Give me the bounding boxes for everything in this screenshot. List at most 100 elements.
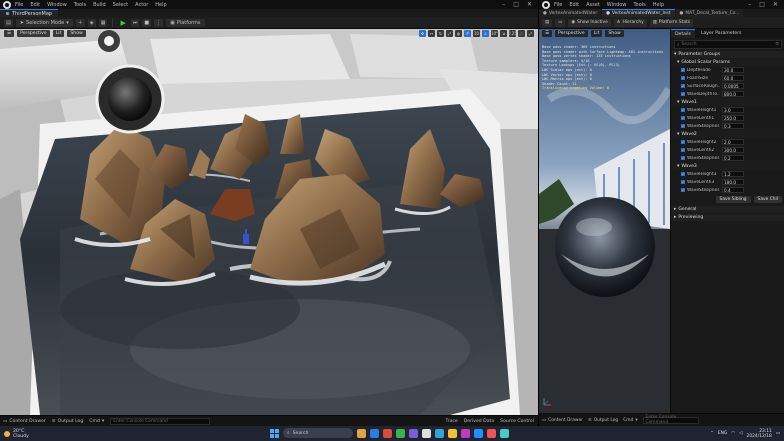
maximize-icon[interactable]: □ <box>759 1 765 8</box>
group-wave3[interactable]: ▾ Wave3 <box>671 163 784 170</box>
menu-edit[interactable]: Edit <box>569 2 579 8</box>
param-value-input[interactable]: 0.0005 <box>722 83 744 89</box>
add-actor-icon[interactable]: ＋ <box>75 18 85 27</box>
chevron-up-icon[interactable]: ⌃ <box>710 431 714 436</box>
maximize-icon[interactable]: □ <box>513 1 519 8</box>
menu-help[interactable]: Help <box>155 2 166 8</box>
preview-show-button[interactable]: Show <box>605 30 624 37</box>
save-child-button[interactable]: Save Chil <box>753 196 782 203</box>
hierarchy-button[interactable]: ⋔ Hierarchy <box>613 18 647 27</box>
output-log-button[interactable]: ≡ Output Log <box>588 418 618 423</box>
menu-help[interactable]: Help <box>653 2 664 8</box>
grid-snap-icon[interactable]: # <box>464 30 471 37</box>
app-icon[interactable] <box>409 428 418 438</box>
preview-perspective-button[interactable]: Perspective <box>555 30 588 37</box>
param-override-checkbox[interactable]: ✓ <box>681 124 685 128</box>
menu-actor[interactable]: Actor <box>135 2 148 8</box>
param-override-checkbox[interactable]: ✓ <box>681 68 685 72</box>
scale-tool-icon[interactable]: ⤢ <box>446 30 453 37</box>
app-icon[interactable] <box>487 428 496 438</box>
cmd-dropdown[interactable]: Cmd ▾ <box>623 418 637 423</box>
param-value-input[interactable]: 60.0 <box>722 75 744 81</box>
maximize-viewport-icon[interactable]: ⤢ <box>527 30 534 37</box>
settings-icon[interactable]: ⚙ <box>775 42 779 47</box>
param-override-checkbox[interactable]: ✓ <box>681 108 685 112</box>
windows-start-icon[interactable] <box>270 428 279 438</box>
param-value-input[interactable]: 0.3 <box>722 123 744 129</box>
param-override-checkbox[interactable]: ✓ <box>681 148 685 152</box>
browse-button[interactable]: ▭ <box>555 18 566 27</box>
parameter-groups-header[interactable]: ▾ Parameter Groups <box>671 51 784 58</box>
param-value-input[interactable]: 3.0 <box>722 107 744 113</box>
save-icon[interactable]: ▤ <box>4 18 13 27</box>
camera-speed-icon[interactable]: 🎥 <box>518 30 525 37</box>
speaker-icon[interactable]: ◁ <box>739 431 742 436</box>
world-space-icon[interactable]: ◍ <box>455 30 462 37</box>
tab-vertexanimatedwater-inst[interactable]: ● VertexAnimatedWater_Inst <box>602 9 675 17</box>
tab-mat-decal-texture[interactable]: ● MAT_Decal_Texture_Co... <box>675 9 744 17</box>
wifi-icon[interactable]: ◠ <box>731 431 735 436</box>
param-override-checkbox[interactable]: ✓ <box>681 156 685 160</box>
minimize-icon[interactable]: – <box>502 1 505 8</box>
app-icon[interactable] <box>383 428 392 438</box>
app-icon[interactable] <box>474 428 483 438</box>
param-override-checkbox[interactable]: ✓ <box>681 84 685 88</box>
play-icon[interactable]: ▶ <box>118 19 127 27</box>
show-button[interactable]: Show <box>67 30 86 37</box>
mode-dropdown[interactable]: ➤ Selection Mode ▾ <box>15 18 73 27</box>
show-inactive-button[interactable]: ◉ Show Inactive <box>568 18 611 27</box>
menu-tools[interactable]: Tools <box>633 2 645 8</box>
app-icon[interactable] <box>448 428 457 438</box>
param-override-checkbox[interactable]: ✓ <box>681 188 685 192</box>
tab-vertexanimatedwater[interactable]: ● VertexAnimatedWater <box>539 9 602 17</box>
param-value-input[interactable]: 180.0 <box>722 179 744 185</box>
platform-stats-button[interactable]: ▥ Platform Stats <box>649 18 694 27</box>
param-override-checkbox[interactable]: ✓ <box>681 92 685 96</box>
taskbar-search-input[interactable]: ⌕ Search <box>283 428 353 438</box>
trace-button[interactable]: Trace <box>446 419 458 424</box>
menu-edit[interactable]: Edit <box>30 2 40 8</box>
taskbar-clock[interactable]: 23:11 2024/12/18 <box>747 429 772 439</box>
group-wave1[interactable]: ▾ Wave1 <box>671 99 784 106</box>
output-log-button[interactable]: ≡ Output Log <box>52 419 83 424</box>
close-icon[interactable]: ✕ <box>527 1 532 8</box>
content-drawer-button[interactable]: ▭ Content Drawer <box>3 419 46 424</box>
cinematics-icon[interactable]: ▦ <box>98 18 108 27</box>
language-indicator[interactable]: ENG <box>718 431 727 436</box>
stop-icon[interactable]: ■ <box>142 18 152 27</box>
notification-icon[interactable]: ▭ <box>776 431 780 436</box>
app-icon[interactable] <box>461 428 470 438</box>
material-preview-viewport[interactable]: ☰ Perspective Lit Show Base pass shader:… <box>539 29 670 413</box>
group-wave2[interactable]: ▾ Wave2 <box>671 131 784 138</box>
level-viewport[interactable]: ☰ Perspective Lit Show ✥ ↔ ↻ ⤢ ◍ # 10 ∠ … <box>0 29 538 415</box>
menu-window[interactable]: Window <box>607 2 627 8</box>
param-value-input[interactable]: 300.0 <box>722 147 744 153</box>
skip-icon[interactable]: ⏭ <box>130 18 140 27</box>
console-command-input[interactable]: Enter Console Command <box>110 417 211 425</box>
param-value-input[interactable]: 250.0 <box>722 115 744 121</box>
platforms-dropdown[interactable]: ▣ Platforms <box>166 18 205 27</box>
preview-menu-button[interactable]: ☰ <box>542 30 553 37</box>
edge-browser-icon[interactable] <box>370 428 379 438</box>
more-options-icon[interactable]: ⋮ <box>154 18 164 27</box>
scale-snap-value[interactable]: 0.25 <box>508 30 517 37</box>
menu-select[interactable]: Select <box>113 2 128 8</box>
perspective-button[interactable]: Perspective <box>17 30 50 37</box>
tab-layer-parameters[interactable]: Layer Parameters <box>697 29 746 38</box>
details-search-input[interactable]: ⌕ Search ⚙ <box>674 40 782 49</box>
source-control-button[interactable]: Source Control <box>500 419 534 424</box>
param-value-input[interactable]: 0.2 <box>722 155 744 161</box>
tab-thirdpersonmap[interactable]: ThirdPersonMap <box>0 9 59 17</box>
app-icon[interactable] <box>396 428 405 438</box>
param-value-input[interactable]: 30.0 <box>722 67 744 73</box>
menu-window[interactable]: Window <box>47 2 67 8</box>
param-override-checkbox[interactable]: ✓ <box>681 180 685 184</box>
general-section-header[interactable]: ▸ General <box>671 206 784 213</box>
scale-snap-icon[interactable]: ⇲ <box>500 30 507 37</box>
rotate-tool-icon[interactable]: ↻ <box>437 30 444 37</box>
param-value-input[interactable]: 2.0 <box>722 139 744 145</box>
menu-tools[interactable]: Tools <box>74 2 86 8</box>
save-sibling-button[interactable]: Save Sibling <box>715 196 751 203</box>
unreal-engine-icon[interactable] <box>422 428 431 438</box>
menu-build[interactable]: Build <box>93 2 106 8</box>
